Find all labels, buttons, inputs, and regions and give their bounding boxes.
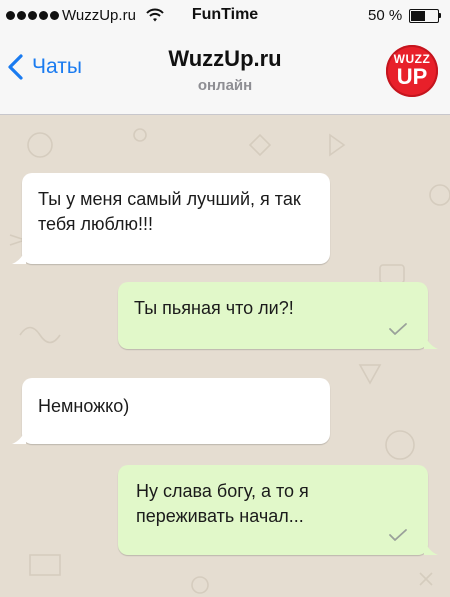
- online-status: онлайн: [197, 77, 253, 94]
- bubble-tail: [12, 428, 26, 444]
- sent-check-icon: [389, 323, 407, 335]
- battery-percentage: 50 %: [368, 7, 403, 24]
- status-bar: WuzzUp.ru FunTime 50 %: [0, 0, 450, 32]
- navigation-bar: Чаты WuzzUp.ru онлайн WUZZ UP: [0, 32, 450, 115]
- message-text: Ты пьяная что ли?!: [134, 298, 294, 318]
- message-text: Ну слава богу, а то я переживать начал..…: [136, 481, 309, 526]
- message-bubble-incoming[interactable]: Ты у меня самый лучший, я так тебя люблю…: [12, 173, 330, 264]
- sent-check-icon: [389, 529, 407, 541]
- bubble-tail: [424, 539, 438, 555]
- chat-screen: WuzzUp.ru FunTime 50 % Чаты WuzzUp.ru он…: [0, 0, 450, 597]
- bubble-tail: [424, 333, 438, 349]
- chat-title[interactable]: WuzzUp.ru: [0, 46, 450, 72]
- battery-tip: [439, 13, 441, 18]
- battery-level-fill: [411, 11, 425, 21]
- message-list[interactable]: Ты у меня самый лучший, я так тебя люблю…: [0, 115, 450, 597]
- message-bubble-outgoing[interactable]: Ну слава богу, а то я переживать начал..…: [118, 465, 438, 555]
- bubble-tail: [12, 248, 26, 264]
- message-text: Ты у меня самый лучший, я так тебя люблю…: [38, 189, 301, 234]
- avatar-logo-bottom: UP: [396, 64, 428, 89]
- battery-icon: [409, 9, 439, 23]
- message-bubble-outgoing[interactable]: Ты пьяная что ли?!: [118, 282, 438, 349]
- message-text: Немножко): [38, 396, 130, 416]
- contact-avatar[interactable]: WUZZ UP: [386, 45, 438, 97]
- message-bubble-incoming[interactable]: Немножко): [12, 378, 330, 444]
